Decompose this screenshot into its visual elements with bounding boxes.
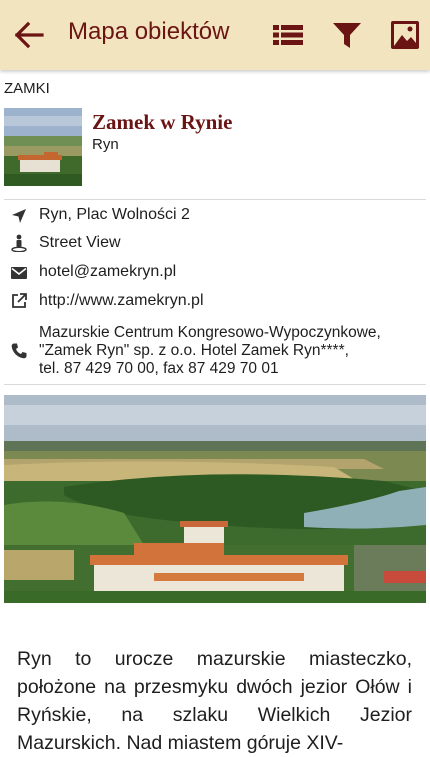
external-link-icon	[10, 292, 28, 310]
page-title: Mapa obiektów	[68, 18, 230, 45]
divider	[4, 384, 426, 385]
contact-line: tel. 87 429 70 00, fax 87 429 70 01	[39, 360, 279, 377]
email-link: hotel@zamekryn.pl	[39, 263, 177, 280]
object-photo[interactable]	[4, 395, 426, 603]
street-view-person-icon	[10, 234, 28, 253]
website-link: http://www.zamekryn.pl	[39, 292, 204, 309]
object-name: Zamek w Rynie	[92, 110, 233, 134]
website-row[interactable]: http://www.zamekryn.pl	[0, 291, 430, 313]
arrow-back-icon[interactable]	[14, 21, 44, 49]
map-image-icon[interactable]	[389, 20, 421, 50]
contact-row[interactable]: Mazurskie Centrum Kongresowo-Wypoczynkow…	[0, 323, 430, 379]
app-bar: Mapa obiektów	[0, 0, 430, 70]
address-row[interactable]: Ryn, Plac Wolności 2	[0, 205, 430, 227]
divider	[4, 199, 426, 200]
street-view-row[interactable]: Street View	[0, 233, 430, 255]
email-row[interactable]: hotel@zamekryn.pl	[0, 262, 430, 284]
envelope-icon	[10, 264, 28, 282]
contact-line: Mazurskie Centrum Kongresowo-Wypoczynkow…	[39, 324, 381, 341]
object-header[interactable]: Zamek w Rynie Ryn	[4, 108, 426, 188]
phone-icon	[10, 342, 28, 360]
filter-icon[interactable]	[331, 20, 363, 50]
contact-line: "Zamek Ryn" sp. z o.o. Hotel Zamek Ryn**…	[39, 342, 349, 359]
list-icon[interactable]	[272, 20, 304, 50]
category-label: ZAMKI	[4, 80, 50, 97]
object-thumbnail	[4, 108, 82, 186]
object-town: Ryn	[92, 136, 119, 153]
contact-text: Mazurskie Centrum Kongresowo-Wypoczynkow…	[39, 324, 381, 378]
address-text: Ryn, Plac Wolności 2	[39, 206, 190, 223]
object-description: Ryn to urocze mazurskie miasteczko, poło…	[17, 648, 412, 754]
street-view-link: Street View	[39, 234, 121, 251]
navigation-arrow-icon	[10, 207, 28, 225]
